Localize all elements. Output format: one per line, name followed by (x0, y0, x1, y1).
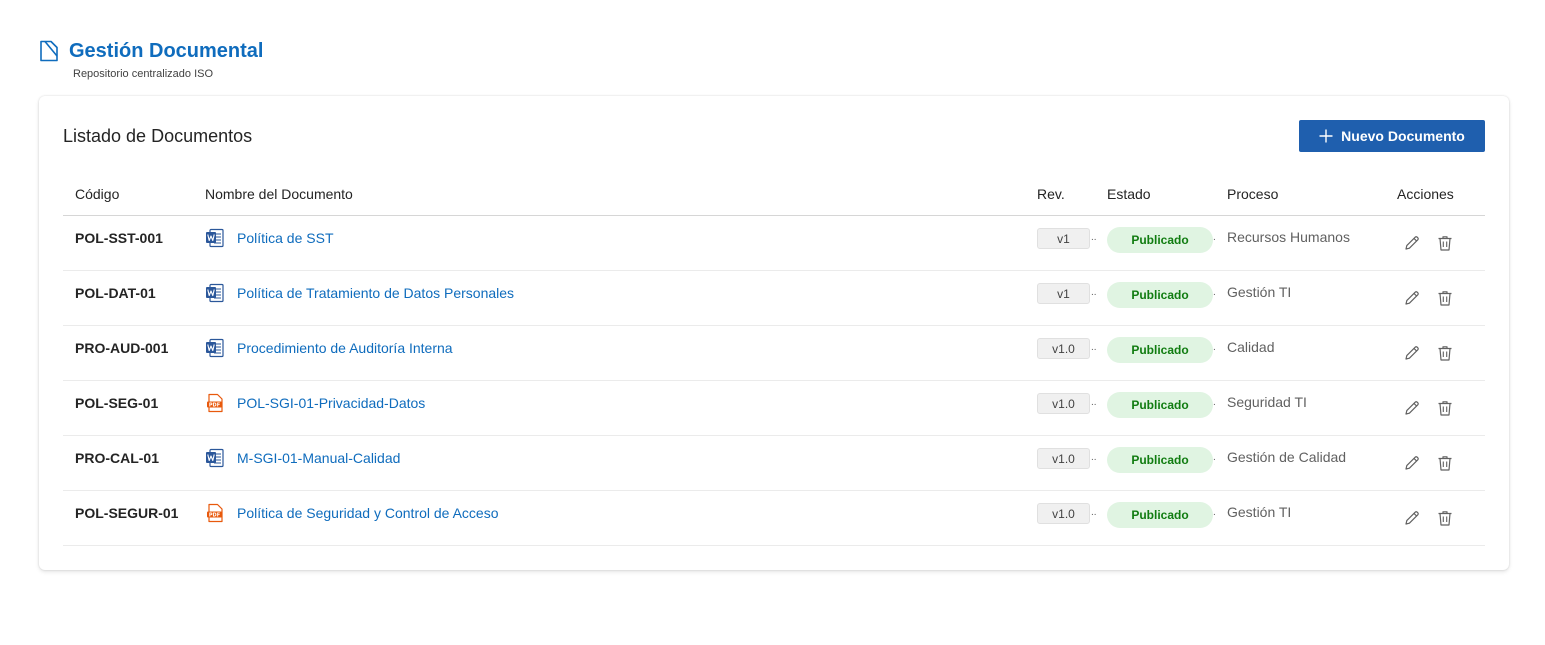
table-row: PRO-CAL-01 M-SGI-01-Manual-Calidad v1.0 … (63, 436, 1485, 491)
document-icon (40, 40, 58, 62)
status-badge: Publicado (1107, 282, 1213, 308)
table-body: POL-SST-001 Política de SST v1 .. Public… (63, 216, 1485, 546)
svg-text:PDF: PDF (209, 402, 220, 408)
table-header: Código Nombre del Documento Rev. Estado … (63, 178, 1485, 216)
edit-icon[interactable] (1403, 289, 1421, 307)
plus-icon (1319, 129, 1333, 143)
document-name-link[interactable]: Política de Tratamiento de Datos Persona… (237, 285, 514, 301)
status-badge: Publicado (1107, 227, 1213, 253)
pdf-file-icon: PDF (205, 393, 225, 413)
edit-icon[interactable] (1403, 454, 1421, 472)
revision-badge: v1 (1037, 283, 1090, 304)
status-ellipsis: . (1213, 452, 1216, 463)
column-header-name: Nombre del Documento (205, 186, 353, 202)
svg-text:PDF: PDF (209, 512, 220, 518)
revision-ellipsis: .. (1091, 287, 1097, 298)
table-row: PRO-AUD-001 Procedimiento de Auditoría I… (63, 326, 1485, 381)
status-badge: Publicado (1107, 502, 1213, 528)
column-header-acciones: Acciones (1397, 186, 1454, 202)
delete-icon[interactable] (1436, 454, 1454, 472)
delete-icon[interactable] (1436, 509, 1454, 527)
revision-ellipsis: .. (1091, 452, 1097, 463)
status-ellipsis: . (1213, 232, 1216, 243)
delete-icon[interactable] (1436, 234, 1454, 252)
process-name: Calidad (1227, 339, 1275, 355)
table-row: POL-DAT-01 Política de Tratamiento de Da… (63, 271, 1485, 326)
status-badge: Publicado (1107, 337, 1213, 363)
revision-badge: v1 (1037, 228, 1090, 249)
document-code: POL-SST-001 (75, 230, 163, 246)
edit-icon[interactable] (1403, 399, 1421, 417)
status-ellipsis: . (1213, 397, 1216, 408)
status-ellipsis: . (1213, 507, 1216, 518)
status-ellipsis: . (1213, 287, 1216, 298)
column-header-code: Código (75, 186, 120, 202)
document-code: POL-SEGUR-01 (75, 505, 179, 521)
column-header-estado: Estado (1107, 186, 1151, 202)
word-file-icon (205, 283, 225, 303)
edit-icon[interactable] (1403, 344, 1421, 362)
process-name: Recursos Humanos (1227, 229, 1350, 245)
revision-ellipsis: .. (1091, 397, 1097, 408)
document-name-link[interactable]: Política de SST (237, 230, 334, 246)
table-row: POL-SEG-01 PDF POL-SGI-01-Privacidad-Dat… (63, 381, 1485, 436)
edit-icon[interactable] (1403, 509, 1421, 527)
status-ellipsis: . (1213, 342, 1216, 353)
new-document-label: Nuevo Documento (1341, 128, 1465, 144)
document-code: POL-DAT-01 (75, 285, 156, 301)
document-name-link[interactable]: Procedimiento de Auditoría Interna (237, 340, 453, 356)
page-title: Gestión Documental (69, 40, 264, 62)
process-name: Gestión TI (1227, 504, 1292, 520)
process-name: Gestión TI (1227, 284, 1292, 300)
revision-badge: v1.0 (1037, 338, 1090, 359)
document-code: PRO-AUD-001 (75, 340, 169, 356)
process-name: Gestión de Calidad (1227, 449, 1347, 465)
word-file-icon (205, 338, 225, 358)
process-name: Seguridad TI (1227, 394, 1307, 410)
document-code: PRO-CAL-01 (75, 450, 160, 466)
delete-icon[interactable] (1436, 399, 1454, 417)
status-badge: Publicado (1107, 392, 1213, 418)
table-row: POL-SEGUR-01 PDF Política de Seguridad y… (63, 491, 1485, 546)
document-name-link[interactable]: Política de Seguridad y Control de Acces… (237, 505, 499, 521)
revision-badge: v1.0 (1037, 448, 1090, 469)
delete-icon[interactable] (1436, 344, 1454, 362)
revision-badge: v1.0 (1037, 393, 1090, 414)
word-file-icon (205, 228, 225, 248)
word-file-icon (205, 448, 225, 468)
revision-ellipsis: .. (1091, 342, 1097, 353)
documents-card: Listado de Documentos Nuevo Documento Có… (39, 96, 1509, 570)
documents-table: Código Nombre del Documento Rev. Estado … (63, 178, 1485, 546)
page-subtitle: Repositorio centralizado ISO (73, 68, 214, 80)
pdf-file-icon: PDF (205, 503, 225, 523)
document-code: POL-SEG-01 (75, 395, 159, 411)
table-row: POL-SST-001 Política de SST v1 .. Public… (63, 216, 1485, 271)
delete-icon[interactable] (1436, 289, 1454, 307)
column-header-rev: Rev. (1037, 186, 1065, 202)
column-header-proceso: Proceso (1227, 186, 1279, 202)
revision-ellipsis: .. (1091, 232, 1097, 243)
revision-ellipsis: .. (1091, 507, 1097, 518)
document-name-link[interactable]: M-SGI-01-Manual-Calidad (237, 450, 400, 466)
edit-icon[interactable] (1403, 234, 1421, 252)
document-name-link[interactable]: POL-SGI-01-Privacidad-Datos (237, 395, 425, 411)
status-badge: Publicado (1107, 447, 1213, 473)
new-document-button[interactable]: Nuevo Documento (1299, 120, 1485, 152)
card-title: Listado de Documentos (63, 126, 253, 146)
revision-badge: v1.0 (1037, 503, 1090, 524)
